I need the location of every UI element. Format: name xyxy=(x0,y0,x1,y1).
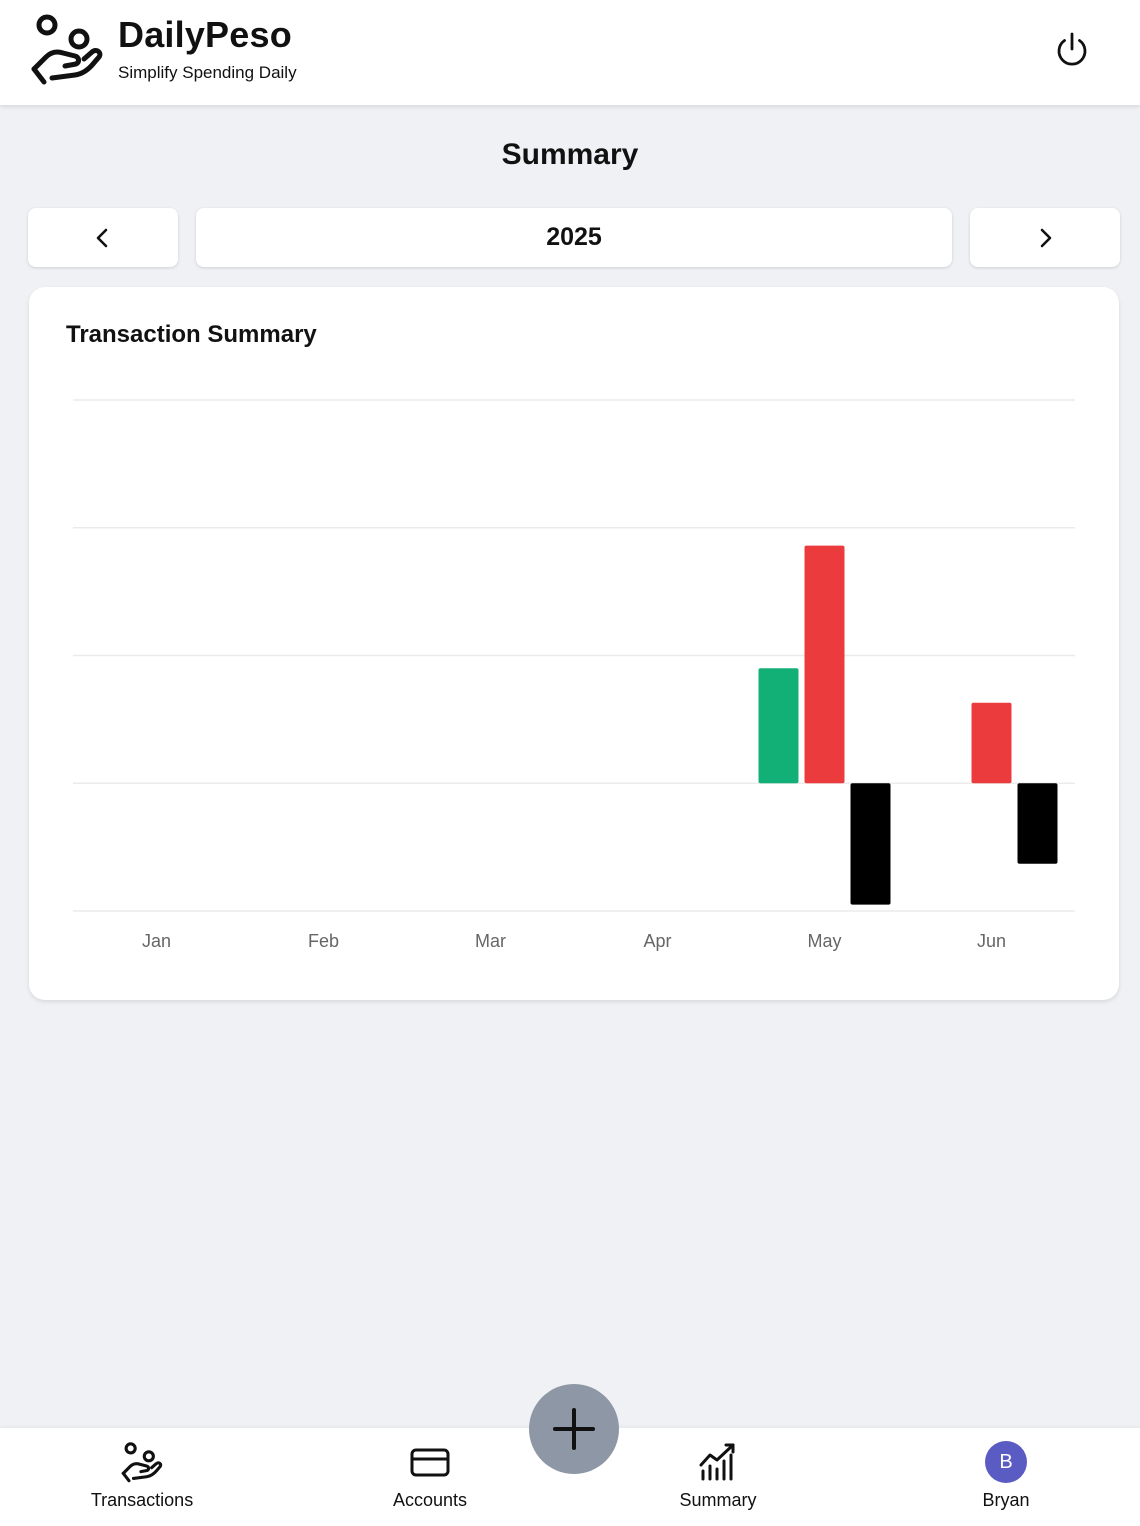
app-name: DailyPeso xyxy=(118,14,292,55)
prev-year-button[interactable] xyxy=(28,208,178,267)
nav-label: Summary xyxy=(679,1490,757,1510)
x-tick-label: Jun xyxy=(977,931,1006,951)
nav-label: Transactions xyxy=(90,1490,194,1510)
app-tagline: Simplify Spending Daily xyxy=(118,63,297,82)
credit-card-icon xyxy=(410,1448,450,1477)
avatar-initial: B xyxy=(999,1450,1013,1473)
nav-accounts[interactable]: Accounts xyxy=(330,1428,530,1526)
x-tick-label: Feb xyxy=(308,931,339,951)
transaction-summary-card: Transaction Summary Jan Feb Mar Apr May Jun xyxy=(29,287,1119,1000)
x-tick-label: Apr xyxy=(643,931,671,951)
chevron-right-icon xyxy=(1040,228,1052,247)
avatar: B xyxy=(985,1441,1027,1483)
power-icon[interactable] xyxy=(1050,28,1094,72)
bar[interactable] xyxy=(971,702,1012,784)
nav-summary[interactable]: Summary xyxy=(618,1428,818,1526)
page-title: Summary xyxy=(501,138,639,171)
year-label: 2025 xyxy=(546,223,602,251)
bar[interactable] xyxy=(758,668,799,784)
year-display: 2025 xyxy=(196,208,952,267)
bar[interactable] xyxy=(804,545,845,784)
x-tick-label: Jan xyxy=(142,931,171,951)
nav-label: Bryan xyxy=(982,1490,1030,1510)
add-transaction-button[interactable] xyxy=(529,1384,619,1474)
chevron-left-icon xyxy=(96,228,108,247)
nav-label: Accounts xyxy=(392,1490,468,1510)
next-year-button[interactable] xyxy=(970,208,1120,267)
x-tick-label: Mar xyxy=(475,931,506,951)
plus-icon xyxy=(553,1408,595,1450)
hand-coins-icon xyxy=(121,1442,163,1483)
hand-coins-icon xyxy=(31,14,103,85)
x-tick-label: May xyxy=(807,931,841,951)
bar[interactable] xyxy=(850,783,891,905)
chart-icon xyxy=(699,1443,735,1481)
nav-transactions[interactable]: Transactions xyxy=(42,1428,242,1526)
nav-profile[interactable]: B Bryan xyxy=(906,1428,1106,1526)
bar[interactable] xyxy=(1017,783,1058,864)
transaction-chart: Jan Feb Mar Apr May Jun xyxy=(73,399,1075,951)
app-header: DailyPeso Simplify Spending Daily xyxy=(0,0,1140,105)
